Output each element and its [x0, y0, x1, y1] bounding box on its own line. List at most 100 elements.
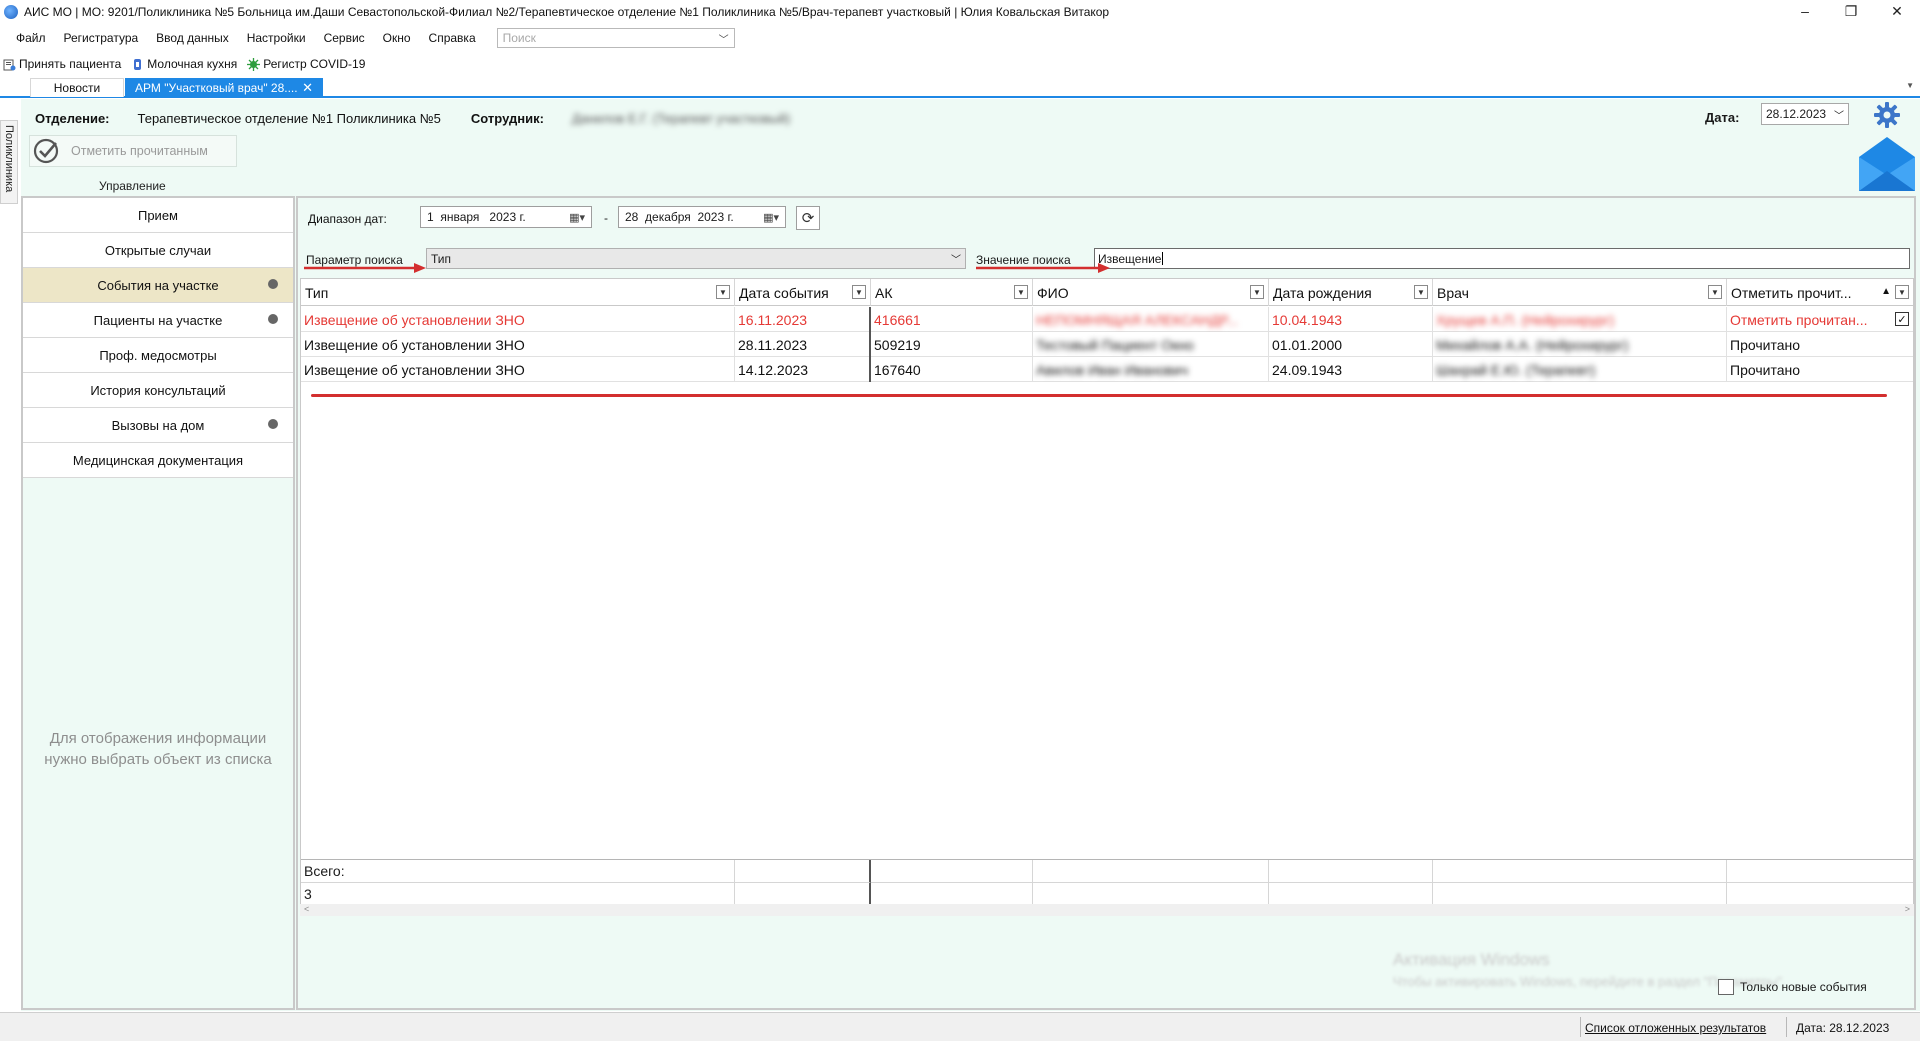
close-window-button[interactable]: ✕: [1874, 0, 1920, 22]
cell-mark-read[interactable]: Отметить прочитан... ✓: [1727, 307, 1913, 332]
column-header-type[interactable]: Тип ▼: [301, 279, 735, 306]
menu-data-entry[interactable]: Ввод данных: [147, 31, 238, 45]
column-header-fio[interactable]: ФИО ▼: [1033, 279, 1269, 306]
summary-cell: [1433, 883, 1727, 906]
menu-help[interactable]: Справка: [420, 31, 485, 45]
notification-dot-icon: [268, 419, 278, 429]
date-from-picker[interactable]: 1 января 2023 г. ▦▾: [420, 206, 592, 228]
filter-icon[interactable]: ▼: [1895, 285, 1909, 299]
milk-kitchen-button[interactable]: Молочная кухня: [131, 57, 237, 71]
summary-cell: [1269, 860, 1433, 883]
checkbox-box[interactable]: [1718, 979, 1734, 995]
date-from-value: 1 января 2023 г.: [427, 210, 526, 224]
checkbox-icon[interactable]: ✓: [1895, 312, 1909, 326]
cell-fio-text: Авилов Иван Иванович: [1036, 361, 1188, 378]
search-param-select[interactable]: Тип ﹀: [426, 248, 966, 269]
cell-ak: 509219: [871, 332, 1033, 357]
polyclinic-side-tab[interactable]: Поликлиника: [0, 120, 18, 204]
nav-item-medical-docs[interactable]: Медицинская документация: [23, 443, 293, 478]
cell-fio-text: НЕПОМНЯЩАЯ АЛЕКСАНДР...: [1036, 311, 1239, 328]
menu-registry[interactable]: Регистратура: [55, 31, 148, 45]
mark-read-button[interactable]: Отметить прочитанным: [29, 135, 237, 167]
scroll-left-icon[interactable]: <: [304, 904, 309, 914]
nav-item-consult-history[interactable]: История консультаций: [23, 373, 293, 408]
filter-icon[interactable]: ▼: [1708, 285, 1722, 299]
date-picker[interactable]: 28.12.2023 ﹀: [1761, 103, 1849, 125]
gear-icon[interactable]: [1873, 101, 1901, 129]
nav-item-open-cases[interactable]: Открытые случаи: [23, 233, 293, 268]
cell-doctor: Хрущев А.П. (Нейрохирург): [1433, 307, 1727, 332]
tab-arm-district-doctor[interactable]: АРМ "Участковый врач" 28.... ✕: [125, 78, 323, 97]
envelope-icon[interactable]: [1859, 137, 1915, 191]
search-param-value: Тип: [431, 251, 452, 266]
filter-icon[interactable]: ▼: [852, 285, 866, 299]
polyclinic-side-tab-label: Поликлиника: [3, 125, 15, 193]
cell-doctor-text: Михайлов А.А. (Нейрохирург): [1436, 336, 1629, 353]
nav-item-district-events[interactable]: События на участке: [23, 268, 293, 303]
date-to-picker[interactable]: 28 декабря 2023 г. ▦▾: [618, 206, 786, 228]
scroll-right-icon[interactable]: >: [1905, 904, 1910, 914]
accept-patient-button[interactable]: Принять пациента: [3, 57, 121, 71]
milk-bottle-icon: [131, 58, 144, 71]
grid-header: Тип ▼ Дата события ▼ АК ▼ ФИО ▼ Дата рож…: [301, 279, 1913, 306]
empty-placeholder: Для отображения информации нужно выбрать…: [23, 728, 293, 770]
column-header-doctor[interactable]: Врач ▼: [1433, 279, 1727, 306]
menu-file[interactable]: Файл: [0, 31, 55, 45]
column-header-event-date[interactable]: Дата события ▼: [735, 279, 871, 306]
cell-doctor: Михайлов А.А. (Нейрохирург): [1433, 332, 1727, 357]
covid-registry-button[interactable]: Регистр COVID-19: [247, 57, 365, 71]
events-panel: Диапазон дат: 1 января 2023 г. ▦▾ - 28 д…: [296, 196, 1916, 1010]
refresh-button[interactable]: ⟳: [796, 206, 820, 230]
tabs-dropdown-icon[interactable]: ▼: [1906, 81, 1914, 90]
table-row[interactable]: Извещение об установлении ЗНО 14.12.2023…: [301, 357, 1913, 382]
summary-cell: [1433, 860, 1727, 883]
annotation-arrow-icon: [976, 263, 1110, 273]
filter-icon[interactable]: ▼: [1414, 285, 1428, 299]
search-value-input[interactable]: Извещение: [1094, 248, 1910, 269]
accept-patient-icon: [3, 58, 16, 71]
empty-line-2: нужно выбрать объект из списка: [44, 751, 272, 768]
nav-item-prof-exams[interactable]: Проф. медосмотры: [23, 338, 293, 373]
menu-search-combobox[interactable]: Поиск ﹀: [496, 28, 735, 48]
table-row[interactable]: Извещение об установлении ЗНО 16.11.2023…: [301, 307, 1913, 332]
employee-label: Сотрудник:: [470, 110, 544, 126]
cell-type: Извещение об установлении ЗНО: [301, 332, 735, 357]
column-header-mark-read[interactable]: Отметить прочит... ▲ ▼: [1727, 279, 1913, 306]
column-header-label: Отметить прочит...: [1731, 284, 1852, 301]
menu-service[interactable]: Сервис: [315, 31, 374, 45]
table-row[interactable]: Извещение об установлении ЗНО 28.11.2023…: [301, 332, 1913, 357]
nav-item-label: Открытые случаи: [104, 242, 212, 258]
summary-cell: [871, 860, 1033, 883]
menu-settings[interactable]: Настройки: [238, 31, 315, 45]
cell-doctor-text: Шахрай Е.Ю. (Терапевт): [1436, 361, 1596, 378]
nav-item-district-patients[interactable]: Пациенты на участке: [23, 303, 293, 338]
column-header-ak[interactable]: АК ▼: [871, 279, 1033, 306]
summary-cell: [1033, 860, 1269, 883]
deferred-results-link[interactable]: Список отложенных результатов: [1585, 1021, 1766, 1035]
horizontal-scrollbar[interactable]: < >: [300, 904, 1914, 916]
menu-window[interactable]: Окно: [374, 31, 420, 45]
notification-dot-icon: [268, 279, 278, 289]
filter-icon[interactable]: ▼: [1250, 285, 1264, 299]
cell-fio: Авилов Иван Иванович: [1033, 357, 1269, 382]
filter-icon[interactable]: ▼: [716, 285, 730, 299]
cell-mark-read: Прочитано: [1730, 361, 1800, 378]
nav-item-reception[interactable]: Прием: [23, 198, 293, 233]
column-header-label: АК: [875, 284, 893, 301]
annotation-underline: [311, 394, 1887, 397]
nav-item-home-calls[interactable]: Вызовы на дом: [23, 408, 293, 443]
employee-value: Данилов Е.Г. (Терапевт участковый): [571, 110, 791, 126]
tab-news[interactable]: Новости: [30, 78, 124, 97]
cell-ak: 167640: [871, 357, 1033, 382]
chevron-down-icon: ﹀: [718, 34, 729, 46]
summary-cell: [1033, 883, 1269, 906]
minimize-button[interactable]: –: [1782, 0, 1828, 22]
filter-icon[interactable]: ▼: [1014, 285, 1028, 299]
close-tab-icon[interactable]: ✕: [302, 80, 313, 96]
cell-event-date: 16.11.2023: [735, 307, 871, 332]
cell-status-text: Отметить прочитан...: [1730, 311, 1868, 328]
restore-button[interactable]: ❐: [1828, 0, 1874, 22]
column-header-birth-date[interactable]: Дата рождения ▼: [1269, 279, 1433, 306]
column-header-label: Дата рождения: [1273, 284, 1372, 301]
only-new-events-checkbox[interactable]: Только новые события: [1718, 979, 1867, 995]
